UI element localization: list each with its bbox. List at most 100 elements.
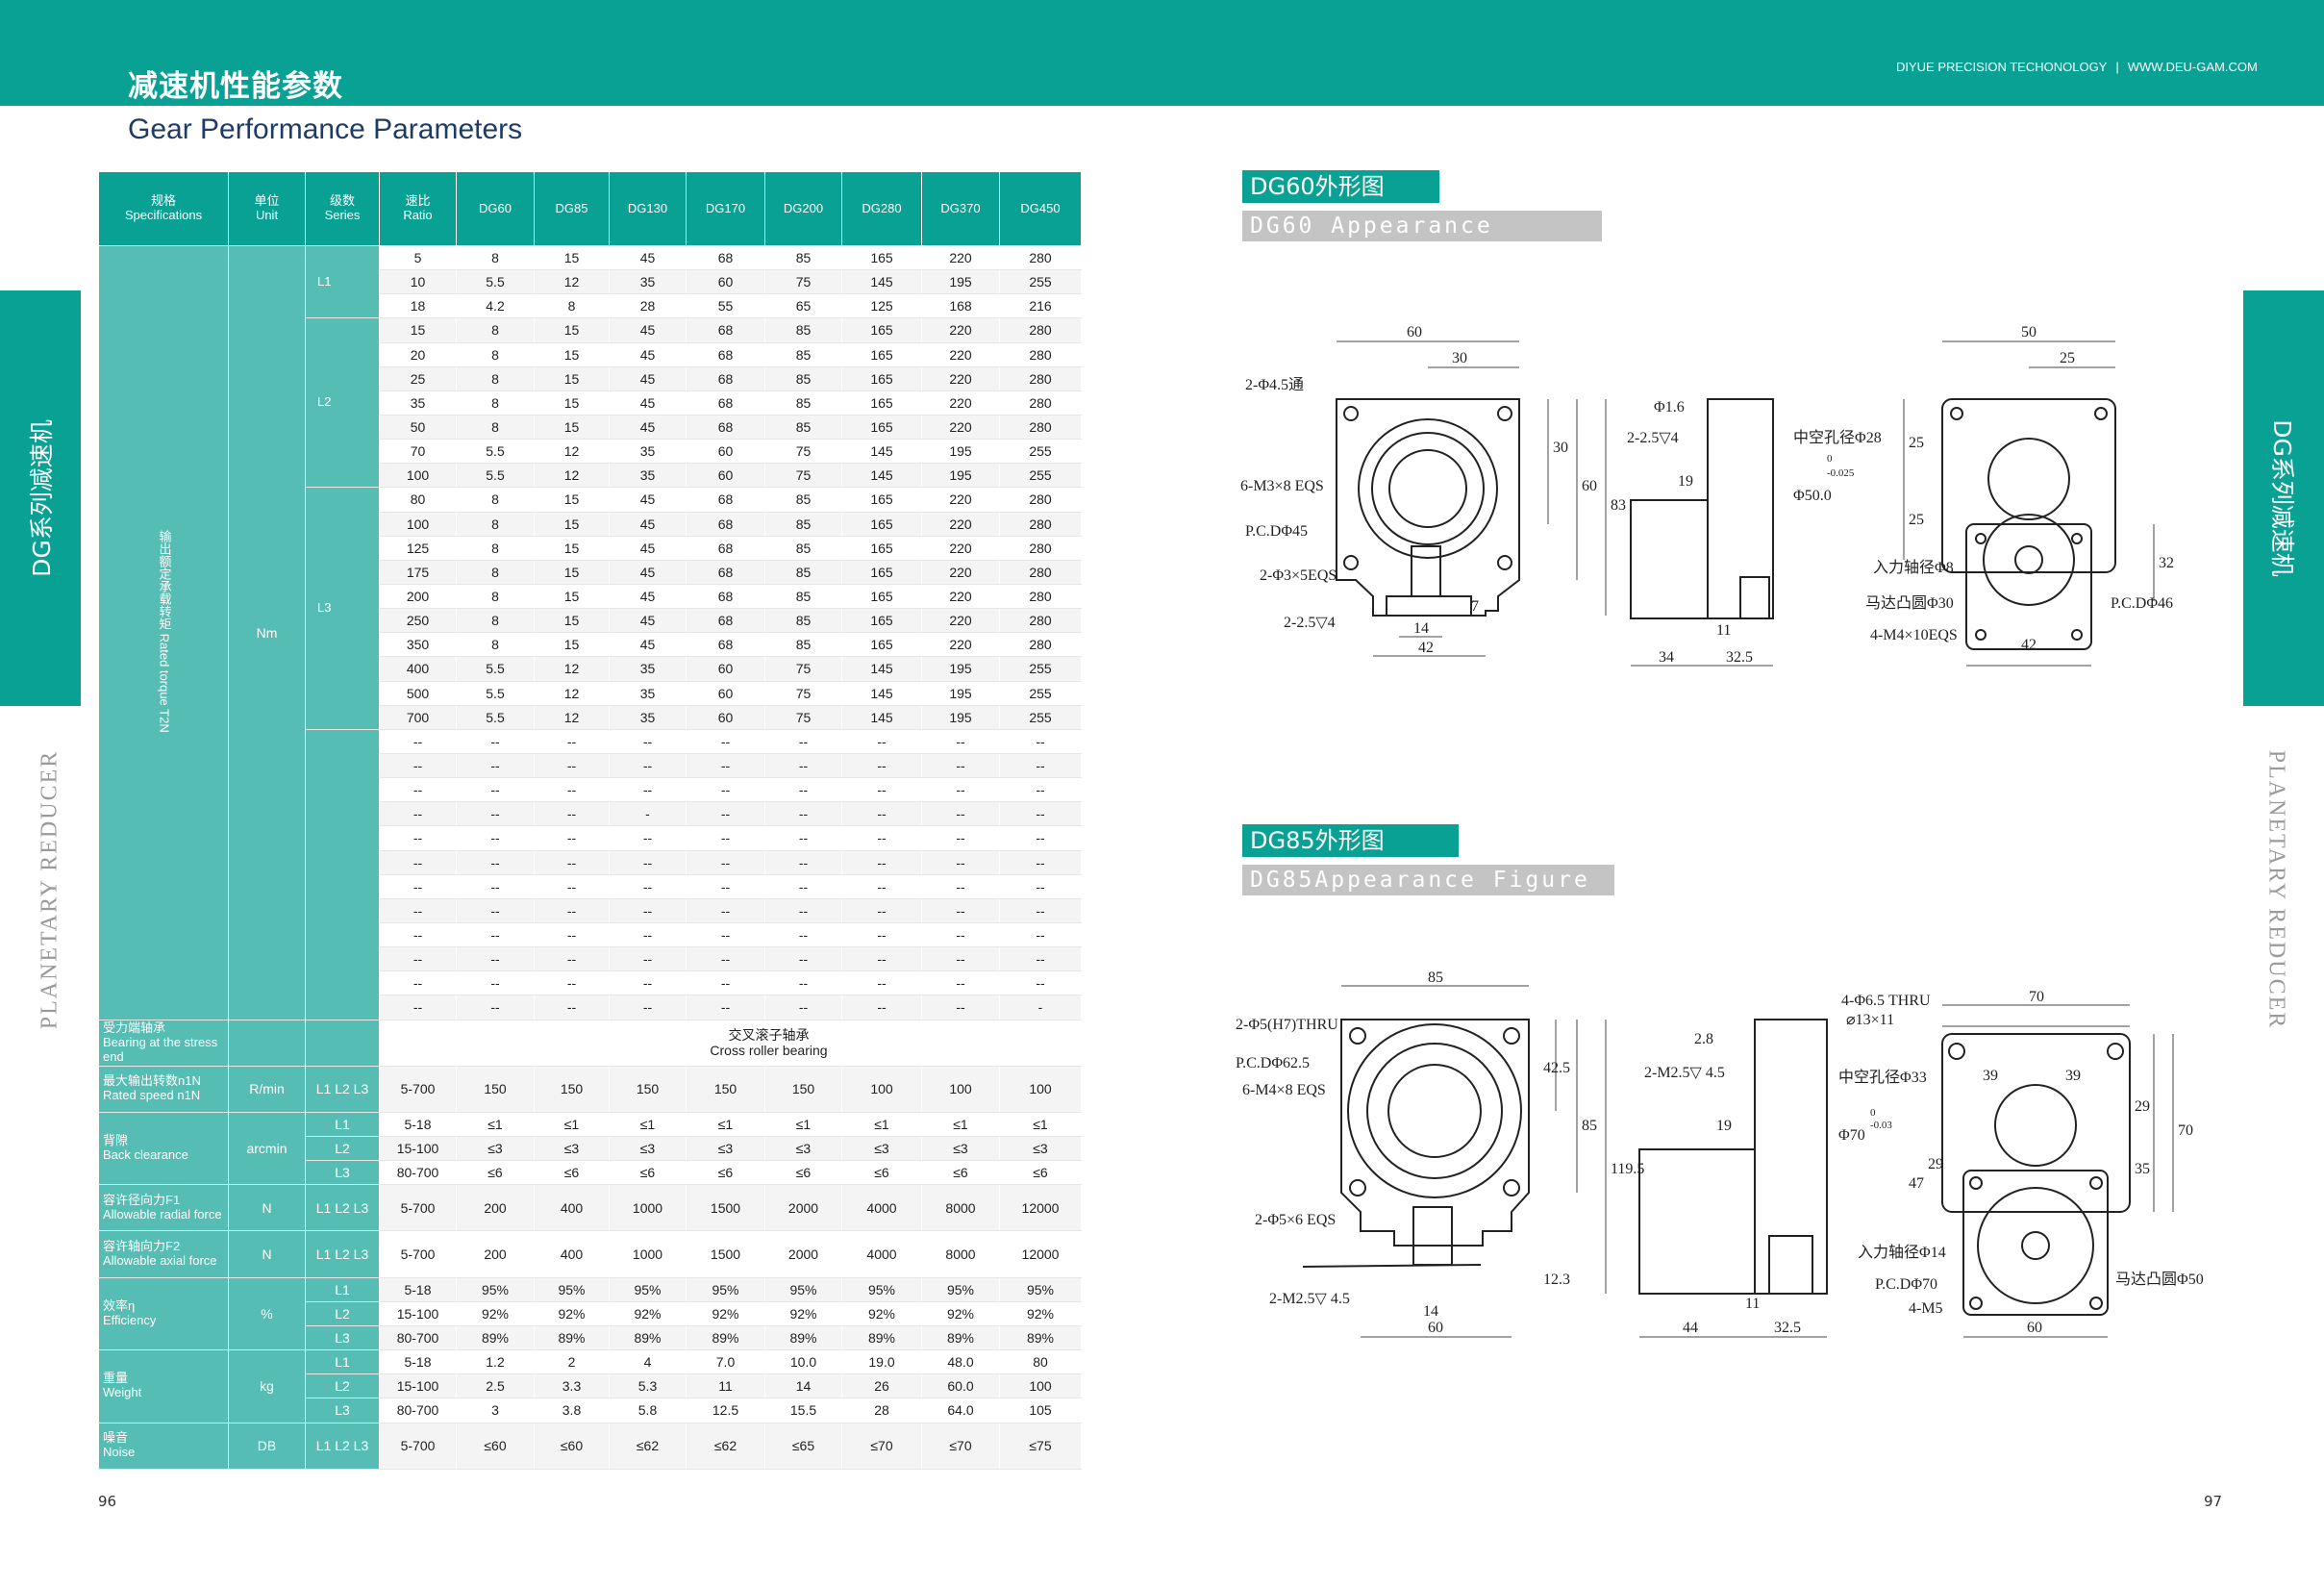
table-row: 容许径向力F1 Allowable radial force N L1 L2 L3 5-… bbox=[98, 1184, 1082, 1232]
value-cell: 255 bbox=[999, 269, 1082, 295]
spec-label: 背隙 Back clearance bbox=[98, 1111, 229, 1186]
spec-label-cn: 背隙 bbox=[103, 1133, 129, 1148]
value-cell: ≤1 bbox=[999, 1111, 1082, 1138]
table-row: 受力端轴承 Bearing at the stress end 交叉滚子轴承 Cros… bbox=[98, 1019, 1082, 1067]
value-cell: 5.5 bbox=[456, 439, 535, 465]
value-cell: -- bbox=[921, 946, 1000, 972]
value-cell: ≤1 bbox=[686, 1111, 765, 1138]
value-cell: 8000 bbox=[921, 1184, 1000, 1232]
value-cell: -- bbox=[609, 825, 687, 851]
value-cell: ≤1 bbox=[841, 1111, 922, 1138]
value-cell: 280 bbox=[999, 487, 1082, 513]
dg85-dim: 39 bbox=[2065, 1068, 2081, 1084]
value-cell: -- bbox=[534, 995, 610, 1020]
value-cell: -- bbox=[686, 897, 765, 923]
value-cell: 12 bbox=[534, 439, 610, 465]
value-cell: 2 bbox=[534, 1349, 610, 1375]
ratio-cell: 200 bbox=[379, 583, 457, 610]
value-cell: 60 bbox=[686, 439, 765, 465]
value-cell: 8 bbox=[456, 365, 535, 391]
value-cell: 255 bbox=[999, 439, 1082, 465]
ratio-cell: 5-700 bbox=[379, 1422, 457, 1471]
spec-label-en: Efficiency bbox=[103, 1312, 157, 1327]
value-cell: 255 bbox=[999, 704, 1082, 730]
value-cell: -- bbox=[534, 777, 610, 803]
value-cell: 8 bbox=[456, 487, 535, 513]
value-cell: 68 bbox=[686, 414, 765, 441]
value-cell: -- bbox=[379, 946, 457, 972]
value-cell: -- bbox=[921, 825, 1000, 851]
side-tab-right-label: DG系列减速机 bbox=[2268, 419, 2296, 577]
value-cell: 12 bbox=[534, 656, 610, 682]
value-cell: -- bbox=[456, 995, 535, 1020]
value-cell: 12000 bbox=[999, 1184, 1082, 1232]
value-cell: 8 bbox=[456, 583, 535, 610]
value-cell: -- bbox=[999, 946, 1082, 972]
value-cell: 5.5 bbox=[456, 463, 535, 489]
header-unit: 单位 Unit bbox=[228, 171, 306, 246]
dg60-dim: 42 bbox=[2021, 637, 2037, 653]
value-cell: 68 bbox=[686, 608, 765, 634]
dg85-figure-subtitle: DG85Appearance Figure bbox=[1242, 865, 1614, 895]
dg85-dim: 60 bbox=[2027, 1320, 2042, 1336]
spec-label-en: Rated speed n1N bbox=[103, 1088, 201, 1103]
value-cell: 35 bbox=[609, 656, 687, 682]
value-cell: -- bbox=[686, 825, 765, 851]
value-cell: -- bbox=[379, 728, 457, 754]
value-cell: 15.5 bbox=[764, 1398, 842, 1423]
ratio-cell: 5-700 bbox=[379, 1065, 457, 1113]
value-cell: -- bbox=[686, 728, 765, 754]
value-cell: 15 bbox=[534, 535, 610, 561]
value-cell: 400 bbox=[534, 1184, 610, 1232]
header-bar bbox=[0, 0, 2324, 106]
value-cell: 5.5 bbox=[456, 704, 535, 730]
value-cell: 14 bbox=[764, 1373, 842, 1399]
value-cell: 85 bbox=[764, 583, 842, 610]
table-row: 效率η Efficiency% L1 5-18 95% 95% 95% 95% 95% 95% 95… bbox=[98, 1276, 1082, 1351]
value-cell: 165 bbox=[841, 487, 922, 513]
dg60-dim: Φ50.0 bbox=[1793, 488, 1832, 504]
dg85-dim: Φ70 bbox=[1838, 1127, 1865, 1144]
value-cell: -- bbox=[841, 897, 922, 923]
value-cell: -- bbox=[456, 970, 535, 996]
dg60-dim: 中空孔径Φ28 bbox=[1793, 429, 1882, 446]
value-cell: 95% bbox=[456, 1276, 535, 1302]
value-cell: 15 bbox=[534, 583, 610, 610]
stage-cell-empty bbox=[305, 728, 380, 1020]
value-cell: 95% bbox=[609, 1276, 687, 1302]
value-cell: 45 bbox=[609, 317, 687, 343]
dg60-dim: 25 bbox=[2060, 350, 2075, 366]
value-cell: -- bbox=[921, 849, 1000, 875]
unit-cell: arcmin bbox=[228, 1111, 306, 1186]
value-cell: 220 bbox=[921, 535, 1000, 561]
spec-label-cn: 最大输出转数n1N bbox=[103, 1073, 201, 1089]
value-cell: 3 bbox=[456, 1398, 535, 1423]
value-cell: 10.0 bbox=[764, 1349, 842, 1375]
value-cell: 60 bbox=[686, 656, 765, 682]
value-cell: 12000 bbox=[999, 1230, 1082, 1278]
ratio-cell: 5-18 bbox=[379, 1111, 457, 1138]
value-cell: -- bbox=[921, 752, 1000, 779]
value-cell: 105 bbox=[999, 1398, 1082, 1423]
dg60-dim: P.C.DΦ45 bbox=[1245, 523, 1308, 540]
value-cell: 280 bbox=[999, 535, 1082, 561]
value-cell: 45 bbox=[609, 511, 687, 537]
value-cell: 85 bbox=[764, 390, 842, 416]
value-cell: -- bbox=[686, 873, 765, 899]
value-cell: 92% bbox=[609, 1300, 687, 1326]
value-cell: -- bbox=[534, 728, 610, 754]
value-cell: 80 bbox=[999, 1349, 1082, 1375]
value-cell: -- bbox=[609, 897, 687, 923]
value-cell: 45 bbox=[609, 632, 687, 658]
value-cell: 100 bbox=[921, 1065, 1000, 1113]
value-cell: -- bbox=[921, 921, 1000, 948]
value-cell: -- bbox=[686, 995, 765, 1020]
value-cell: 15 bbox=[534, 632, 610, 658]
value-cell: 65 bbox=[764, 293, 842, 319]
dg60-dim: 2-Φ3×5EQS bbox=[1260, 567, 1337, 584]
value-cell: 220 bbox=[921, 244, 1000, 271]
value-cell: 195 bbox=[921, 704, 1000, 730]
value-cell: -- bbox=[379, 849, 457, 875]
value-cell: 125 bbox=[841, 293, 922, 319]
value-cell: -- bbox=[841, 921, 922, 948]
